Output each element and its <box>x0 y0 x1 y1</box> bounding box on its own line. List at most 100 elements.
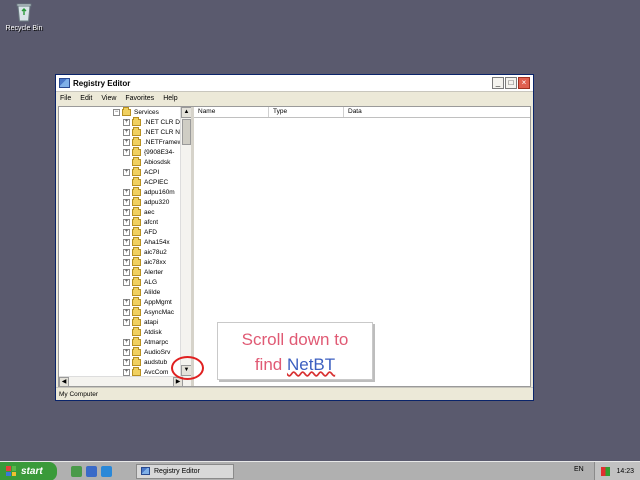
clock[interactable]: 14:23 <box>616 468 634 475</box>
tree-item-label: Atmarpc <box>144 338 169 346</box>
tree-item[interactable]: + AFD <box>123 226 157 237</box>
expand-toggle-icon[interactable]: + <box>123 168 130 176</box>
tray-status-icon[interactable] <box>601 466 611 476</box>
folder-icon <box>132 266 141 276</box>
expand-toggle-icon[interactable]: + <box>123 308 130 316</box>
expand-toggle-icon[interactable]: + <box>123 238 130 246</box>
expand-toggle-icon[interactable]: + <box>123 298 130 306</box>
tree-item-services[interactable]: − Services <box>113 107 159 117</box>
expand-toggle-icon[interactable]: + <box>123 318 130 326</box>
menu-view[interactable]: View <box>101 95 116 102</box>
tree-item[interactable]: + {9908E34- <box>123 146 174 157</box>
expand-toggle-icon[interactable]: + <box>123 358 130 366</box>
tree-item[interactable]: + AppMgmt <box>123 296 172 307</box>
tree-item-label: Abiosdsk <box>144 158 171 166</box>
windows-logo-icon <box>6 466 16 476</box>
tree-item[interactable]: + AsyncMac <box>123 306 174 317</box>
scroll-thumb[interactable] <box>182 119 191 145</box>
menu-help[interactable]: Help <box>163 95 177 102</box>
tree-item[interactable]: + adpu320 <box>123 196 169 207</box>
tree-item-label: audstub <box>144 358 168 366</box>
expand-toggle-icon[interactable]: + <box>123 228 130 236</box>
expand-toggle-icon[interactable]: + <box>123 338 130 346</box>
expand-toggle-icon[interactable]: + <box>123 198 130 206</box>
title-bar[interactable]: Registry Editor _ □ × <box>56 75 533 92</box>
tree-item[interactable]: AliIde <box>123 286 160 297</box>
tree-item-label: AvcCom <box>144 368 169 376</box>
window-title: Registry Editor <box>73 78 131 88</box>
expand-toggle-icon[interactable]: + <box>123 138 130 146</box>
folder-icon <box>132 336 141 346</box>
tree-item-label: adpu160m <box>144 188 175 196</box>
folder-icon <box>132 326 141 336</box>
tree-item[interactable]: + aic78u2 <box>123 246 167 257</box>
tree-item[interactable]: + atapi <box>123 316 159 327</box>
expand-toggle-icon[interactable]: + <box>123 148 130 156</box>
minimize-button[interactable]: _ <box>492 77 504 89</box>
expand-toggle-icon[interactable]: + <box>123 278 130 286</box>
tree-item-label: AudioSrv <box>144 348 171 356</box>
expand-toggle-icon[interactable]: + <box>123 188 130 196</box>
tree-horizontal-scrollbar[interactable]: ◀ ▶ <box>59 376 183 386</box>
menu-edit[interactable]: Edit <box>80 95 92 102</box>
tree-item-label: ACPIEC <box>144 178 169 186</box>
collapse-toggle-icon[interactable]: − <box>113 108 120 116</box>
tree-item[interactable]: + .NET CLR Da <box>123 116 184 127</box>
no-toggle-spacer <box>123 329 130 336</box>
tree-item[interactable]: + Aha154x <box>123 236 170 247</box>
folder-icon <box>132 236 141 246</box>
column-header-type[interactable]: Type <box>269 107 344 117</box>
tree-vertical-scrollbar[interactable]: ▲ ▼ <box>180 107 191 386</box>
folder-icon <box>132 306 141 316</box>
tree-item[interactable]: + AudioSrv <box>123 346 171 357</box>
system-tray: 14:23 <box>594 461 640 480</box>
media-player-icon[interactable] <box>86 465 97 477</box>
tree-item[interactable]: + ALG <box>123 276 157 287</box>
tree-item[interactable]: + .NETFramew <box>123 136 182 147</box>
internet-explorer-icon[interactable] <box>101 465 112 477</box>
expand-toggle-icon[interactable]: + <box>123 258 130 266</box>
tree-item[interactable]: + aic78xx <box>123 256 167 267</box>
instruction-callout: Scroll down to find NetBT <box>217 322 373 380</box>
expand-toggle-icon[interactable]: + <box>123 218 130 226</box>
tree-item[interactable]: + Atmarpc <box>123 336 169 347</box>
tree-item[interactable]: Atdisk <box>123 326 162 337</box>
expand-toggle-icon[interactable]: + <box>123 208 130 216</box>
tree-item-label: atapi <box>144 318 159 326</box>
tree-item[interactable]: Abiosdsk <box>123 156 171 167</box>
menu-favorites[interactable]: Favorites <box>125 95 154 102</box>
tree-item-label: aic78xx <box>144 258 167 266</box>
language-indicator[interactable]: EN <box>574 466 584 473</box>
folder-icon <box>132 286 141 296</box>
expand-toggle-icon[interactable]: + <box>123 368 130 376</box>
tree-item[interactable]: + audstub <box>123 356 168 367</box>
scroll-up-button[interactable]: ▲ <box>181 107 191 118</box>
tree-item-label: Aha154x <box>144 238 170 246</box>
expand-toggle-icon[interactable]: + <box>123 268 130 276</box>
tree-item[interactable]: + ACPI <box>123 166 159 177</box>
menu-file[interactable]: File <box>60 95 71 102</box>
start-button[interactable]: start <box>0 461 57 480</box>
recycle-bin-icon <box>15 2 33 22</box>
scroll-left-button[interactable]: ◀ <box>59 377 69 386</box>
close-button[interactable]: × <box>518 77 530 89</box>
column-header-name[interactable]: Name <box>194 107 269 117</box>
expand-toggle-icon[interactable]: + <box>123 118 130 126</box>
recycle-bin-desktop-icon[interactable]: Recycle Bin <box>4 2 44 32</box>
folder-icon <box>132 246 141 256</box>
tree-item-label: afcnt <box>144 218 159 226</box>
expand-toggle-icon[interactable]: + <box>123 348 130 356</box>
expand-toggle-icon[interactable]: + <box>123 128 130 136</box>
column-header-data[interactable]: Data <box>344 107 530 117</box>
show-desktop-icon[interactable] <box>71 465 82 477</box>
tree-item[interactable]: ACPIEC <box>123 176 169 187</box>
tree-item[interactable]: + .NET CLR Ne <box>123 126 184 137</box>
tree-item[interactable]: + adpu160m <box>123 186 175 197</box>
expand-toggle-icon[interactable]: + <box>123 248 130 256</box>
tree-item[interactable]: + Alerter <box>123 266 163 277</box>
maximize-button[interactable]: □ <box>505 77 517 89</box>
tree-item[interactable]: + aec <box>123 206 154 217</box>
tree-item[interactable]: + afcnt <box>123 216 159 227</box>
tree-item-label: AFD <box>144 228 157 236</box>
taskbar-button-registry-editor[interactable]: Registry Editor <box>136 463 234 479</box>
